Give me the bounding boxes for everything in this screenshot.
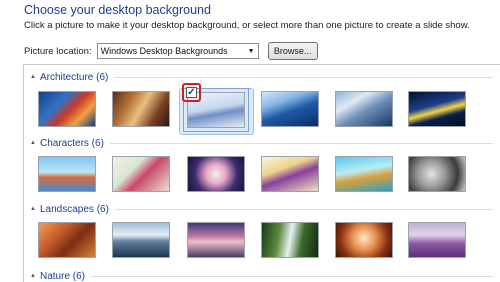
group-title-landscapes: Landscapes (6): [40, 203, 109, 215]
checkbox-highlight-callout: [182, 83, 201, 102]
collapse-caret-icon: ▲: [30, 74, 36, 80]
collapse-caret-icon: ▲: [30, 206, 36, 212]
group-header-architecture[interactable]: ▲ Architecture (6): [24, 70, 500, 84]
group-title-architecture: Architecture (6): [40, 71, 109, 83]
thumb-characters-1[interactable]: [38, 156, 96, 192]
group-title-nature: Nature (6): [40, 270, 86, 282]
picture-location-row: Picture location: Windows Desktop Backgr…: [24, 42, 318, 60]
thumb-landscapes-3[interactable]: [187, 222, 245, 258]
group-header-nature[interactable]: ▲ Nature (6): [24, 269, 500, 282]
thumb-landscapes-1[interactable]: [38, 222, 96, 258]
picture-gallery: ▲ Architecture (6) ✓ ▲ Characters (6) ▲ …: [23, 64, 500, 282]
thumb-characters-3[interactable]: [187, 156, 245, 192]
thumb-architecture-4[interactable]: [261, 91, 319, 127]
page-title: Choose your desktop background: [24, 3, 211, 17]
page-subtitle: Click a picture to make it your desktop …: [24, 20, 470, 31]
thumb-characters-6[interactable]: [408, 156, 466, 192]
thumb-landscapes-2[interactable]: [112, 222, 170, 258]
picture-location-dropdown[interactable]: Windows Desktop Backgrounds ▼: [96, 43, 259, 59]
collapse-caret-icon: ▲: [30, 273, 36, 279]
thumb-landscapes-6[interactable]: [408, 222, 466, 258]
thumb-architecture-1[interactable]: [38, 91, 96, 127]
group-title-characters: Characters (6): [40, 137, 104, 149]
thumb-characters-5[interactable]: [335, 156, 393, 192]
group-header-characters[interactable]: ▲ Characters (6): [24, 136, 500, 150]
collapse-caret-icon: ▲: [30, 140, 36, 146]
thumb-architecture-5[interactable]: [335, 91, 393, 127]
thumb-architecture-6[interactable]: [408, 91, 466, 127]
group-divider: [91, 275, 493, 277]
dropdown-arrow-icon: ▼: [247, 47, 255, 55]
thumb-landscapes-5[interactable]: [335, 222, 393, 258]
picture-location-label: Picture location:: [24, 45, 92, 57]
thumb-characters-2[interactable]: [112, 156, 170, 192]
group-header-landscapes[interactable]: ▲ Landscapes (6): [24, 202, 500, 216]
thumb-characters-4[interactable]: [261, 156, 319, 192]
group-divider: [114, 208, 493, 210]
browse-button[interactable]: Browse...: [267, 42, 318, 60]
picture-location-value: Windows Desktop Backgrounds: [100, 46, 228, 56]
thumb-landscapes-4[interactable]: [261, 222, 319, 258]
thumb-architecture-2[interactable]: [112, 91, 170, 127]
group-divider: [114, 76, 493, 78]
group-divider: [109, 142, 493, 144]
